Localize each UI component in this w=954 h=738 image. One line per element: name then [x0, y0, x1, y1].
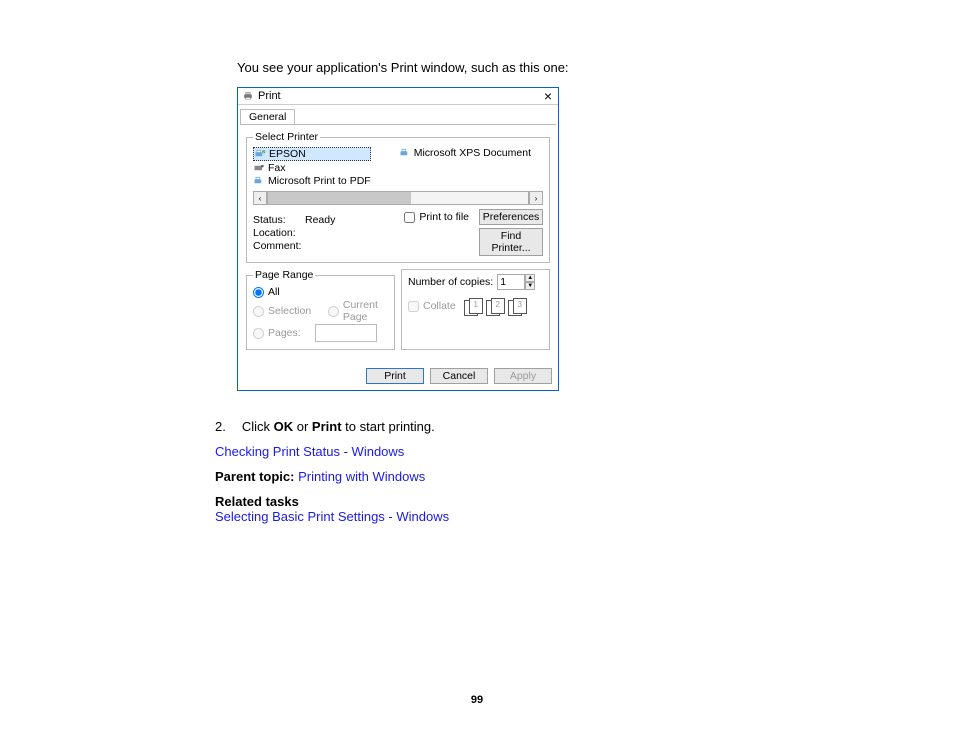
- comment-value: [305, 240, 335, 252]
- status-label: Status:: [253, 214, 305, 226]
- find-printer-button[interactable]: Find Printer...: [479, 228, 543, 256]
- copies-spin-down[interactable]: ▼: [525, 282, 535, 290]
- range-selection-radio: [253, 306, 264, 317]
- intro-caption: You see your application's Print window,…: [237, 60, 894, 75]
- link-checking-print-status[interactable]: Checking Print Status - Windows: [215, 444, 404, 459]
- select-printer-group: Select Printer EPSON Fax Mic: [246, 131, 550, 263]
- printer-item-icon: [399, 148, 411, 158]
- range-all-radio[interactable]: [253, 287, 264, 298]
- page-range-group: Page Range All Selection Current Page: [246, 269, 395, 350]
- copies-label: Number of copies:: [408, 276, 493, 288]
- copies-group: Number of copies: ▲ ▼ Collate: [401, 269, 550, 350]
- cancel-button[interactable]: Cancel: [430, 368, 488, 384]
- range-all-label: All: [268, 286, 280, 298]
- range-currentpage-radio: [328, 306, 339, 317]
- print-dialog: Print × General Select Printer EPSON: [237, 87, 559, 391]
- scroll-left-icon[interactable]: ‹: [253, 191, 267, 205]
- printer-icon: [242, 90, 254, 102]
- page-number: 99: [0, 694, 954, 706]
- link-selecting-basic-settings[interactable]: Selecting Basic Print Settings - Windows: [215, 509, 449, 524]
- collate-label: Collate: [423, 300, 456, 312]
- copies-spin-up[interactable]: ▲: [525, 274, 535, 282]
- scrollbar-thumb[interactable]: [268, 192, 411, 204]
- printer-scrollbar[interactable]: ‹ ›: [253, 191, 543, 205]
- page-range-legend: Page Range: [253, 269, 315, 281]
- printer-item-icon: [253, 176, 265, 186]
- printer-item-label: Fax: [268, 162, 286, 174]
- close-icon[interactable]: ×: [544, 90, 552, 102]
- link-printing-with-windows[interactable]: Printing with Windows: [298, 469, 425, 484]
- step-2: 2. Click OK or Print to start printing.: [215, 419, 894, 434]
- collate-illustration: 11 22 33: [464, 298, 526, 316]
- range-pages-input[interactable]: [315, 324, 377, 342]
- printer-item-label: Microsoft XPS Document: [414, 147, 531, 159]
- collate-checkbox: [408, 301, 419, 312]
- related-tasks-heading: Related tasks: [215, 494, 894, 509]
- print-button[interactable]: Print: [366, 368, 424, 384]
- range-pages-radio: [253, 328, 264, 339]
- print-to-file-label: Print to file: [419, 211, 469, 223]
- printer-item-icon: [254, 149, 266, 159]
- comment-label: Comment:: [253, 240, 305, 252]
- dialog-title: Print: [258, 90, 281, 102]
- step-number: 2.: [215, 419, 226, 434]
- printer-item-pdf[interactable]: Microsoft Print to PDF: [253, 175, 371, 187]
- select-printer-legend: Select Printer: [253, 131, 320, 143]
- step-text: Click OK or Print to start printing.: [242, 419, 435, 434]
- printer-item-epson[interactable]: EPSON: [253, 147, 371, 161]
- fax-icon: [253, 163, 265, 173]
- printer-item-xps[interactable]: Microsoft XPS Document: [399, 147, 531, 159]
- printer-item-label: EPSON: [269, 148, 306, 160]
- dialog-titlebar: Print ×: [238, 88, 558, 105]
- printer-item-fax[interactable]: Fax: [253, 162, 371, 174]
- status-value: Ready: [305, 214, 335, 226]
- parent-topic-label: Parent topic:: [215, 469, 298, 484]
- location-label: Location:: [253, 227, 305, 239]
- range-pages-label: Pages:: [268, 327, 301, 339]
- location-value: [305, 227, 335, 239]
- scrollbar-track[interactable]: [267, 191, 529, 205]
- print-to-file-checkbox[interactable]: [404, 212, 415, 223]
- scroll-right-icon[interactable]: ›: [529, 191, 543, 205]
- range-currentpage-label: Current Page: [343, 299, 388, 323]
- copies-input[interactable]: [497, 274, 525, 290]
- tab-general[interactable]: General: [240, 109, 295, 124]
- printer-item-label: Microsoft Print to PDF: [268, 175, 371, 187]
- apply-button: Apply: [494, 368, 552, 384]
- range-selection-label: Selection: [268, 305, 311, 317]
- preferences-button[interactable]: Preferences: [479, 209, 543, 225]
